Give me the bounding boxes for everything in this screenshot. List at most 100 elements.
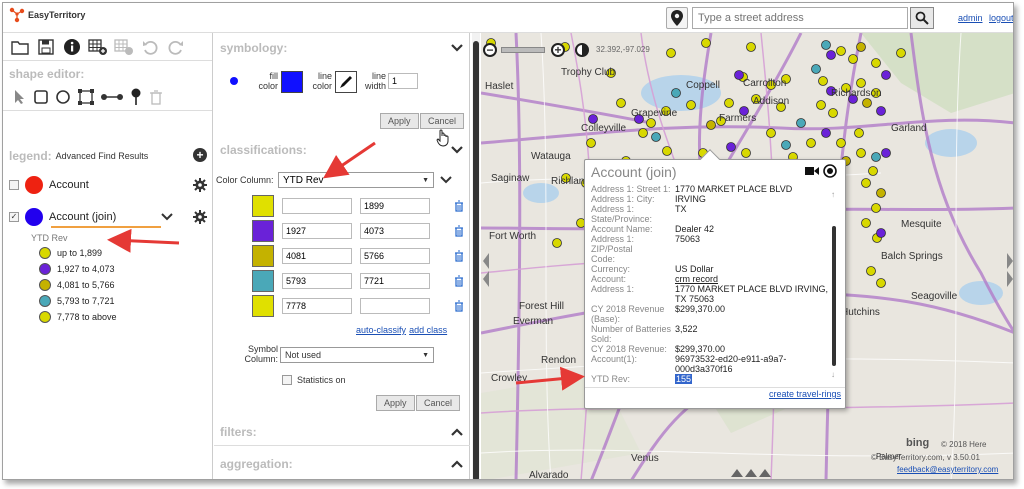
symbology-apply-button[interactable]: Apply <box>380 113 419 129</box>
info-button[interactable] <box>61 36 83 58</box>
range-max-input[interactable] <box>360 273 430 289</box>
class-color-swatch[interactable] <box>252 295 274 317</box>
class-color-swatch[interactable] <box>252 245 274 267</box>
popup-row-key <box>591 294 675 304</box>
logout-link[interactable]: logout <box>989 13 1013 23</box>
chevron-down-icon[interactable] <box>451 145 463 155</box>
popup-row-value: IRVING <box>675 194 706 204</box>
fill-color-swatch[interactable] <box>281 71 303 93</box>
admin-link[interactable]: admin <box>958 13 983 23</box>
popup-scrollbar[interactable]: ↑ ↓ <box>831 190 837 379</box>
symbology-cancel-button[interactable]: Cancel <box>420 113 465 129</box>
trash-icon[interactable] <box>454 300 464 312</box>
range-max-input[interactable] <box>360 298 430 314</box>
symbol-column-value: Not used <box>285 350 322 360</box>
polygon-tool-icon[interactable] <box>77 88 95 106</box>
map-coordinates: 32.392,-97.029 <box>596 45 650 54</box>
layer-checkbox[interactable]: ✓ <box>9 212 19 222</box>
add-layer-icon[interactable]: + <box>193 148 207 162</box>
layer-name[interactable]: Account <box>49 179 89 191</box>
range-max-input[interactable] <box>360 198 430 214</box>
undo-button[interactable] <box>139 36 161 58</box>
class-dot <box>39 263 51 275</box>
classification-apply-button[interactable]: Apply <box>376 395 415 411</box>
popup-row-value: US Dollar <box>675 264 714 274</box>
color-column-value: YTD Rev <box>283 174 324 186</box>
range-min-input[interactable] <box>282 223 352 239</box>
scroll-up-arrow-icon[interactable]: ↑ <box>831 190 835 199</box>
address-input[interactable] <box>692 7 908 29</box>
pointer-icon[interactable] <box>13 89 27 105</box>
range-min-input[interactable] <box>282 198 352 214</box>
trash-icon[interactable] <box>454 275 464 287</box>
trash-icon[interactable] <box>454 225 464 237</box>
redo-button[interactable] <box>165 36 187 58</box>
popup-row: Account: crm record <box>591 274 831 284</box>
line-tool-icon[interactable] <box>101 91 123 103</box>
scroll-down-arrow-icon[interactable]: ↓ <box>831 370 835 379</box>
layer-row-account-join: ✓ Account (join) <box>9 205 209 229</box>
chevron-up-icon[interactable] <box>451 459 463 469</box>
gear-icon[interactable] <box>193 210 207 224</box>
layer-name[interactable]: Account (join) <box>49 211 116 223</box>
layer-settings-panel: symbology: fill color line color line wi… <box>214 33 470 479</box>
symbol-column-select[interactable]: Not used ▼ <box>280 347 434 363</box>
close-circle-icon[interactable] <box>823 164 837 178</box>
popup-scroll-thumb[interactable] <box>832 226 836 366</box>
panel-scrollbar[interactable] <box>472 33 480 479</box>
line-color-swatch[interactable] <box>335 71 357 93</box>
rectangle-tool-icon[interactable] <box>33 89 49 105</box>
class-dot <box>39 295 51 307</box>
gear-icon[interactable] <box>193 178 207 192</box>
open-folder-button[interactable] <box>9 36 31 58</box>
popup-row-key: Address 1: <box>591 284 635 294</box>
zoom-in-button[interactable]: + <box>551 43 565 57</box>
trash-icon[interactable] <box>454 250 464 262</box>
statistics-checkbox[interactable] <box>282 375 292 385</box>
range-max-input[interactable] <box>360 223 430 239</box>
map-place-label: Farmers <box>719 113 757 124</box>
add-table-disabled-button[interactable] <box>113 36 135 58</box>
feedback-link[interactable]: feedback@easyterritory.com <box>897 465 998 474</box>
popup-row-value: Dealer 42 <box>675 224 715 234</box>
trash-icon[interactable] <box>454 200 464 212</box>
scrollbar-thumb[interactable] <box>473 41 479 479</box>
shape-editor-title: shape editor: <box>9 67 85 81</box>
create-travel-rings-link[interactable]: create travel-rings <box>769 389 841 399</box>
class-color-swatch[interactable] <box>252 195 274 217</box>
video-camera-icon[interactable] <box>805 166 819 176</box>
classification-cancel-button[interactable]: Cancel <box>416 395 461 411</box>
range-min-input[interactable] <box>282 298 352 314</box>
search-button[interactable] <box>910 7 934 29</box>
class-dot <box>39 311 51 323</box>
locate-pin-button[interactable] <box>666 7 688 29</box>
point-tool-icon[interactable] <box>129 88 143 106</box>
auto-classify-link[interactable]: auto-classify <box>356 325 406 335</box>
line-width-input[interactable] <box>388 73 418 89</box>
range-max-input[interactable] <box>360 248 430 264</box>
class-color-swatch[interactable] <box>252 270 274 292</box>
add-class-link[interactable]: add class <box>409 325 447 335</box>
add-table-button[interactable] <box>87 36 109 58</box>
delete-shape-icon[interactable] <box>149 89 163 105</box>
class-label: 1,927 to 4,073 <box>57 264 115 274</box>
popup-row: TX 75063 <box>591 294 831 304</box>
range-min-input[interactable] <box>282 273 352 289</box>
range-min-input[interactable] <box>282 248 352 264</box>
save-button[interactable] <box>35 36 57 58</box>
chevron-down-icon[interactable] <box>161 213 173 221</box>
ytd-rev-value: 155 <box>675 374 693 384</box>
redo-icon <box>168 40 183 55</box>
layer-row-account: Account <box>9 173 209 197</box>
color-column-select[interactable]: YTD Rev ▼ <box>278 172 434 188</box>
circle-tool-icon[interactable] <box>55 89 71 105</box>
layer-checkbox[interactable] <box>9 180 19 190</box>
class-color-swatch[interactable] <box>252 220 274 242</box>
contrast-toggle-button[interactable] <box>575 43 589 57</box>
chevron-down-icon[interactable] <box>440 176 452 184</box>
chevron-up-icon[interactable] <box>451 427 463 437</box>
zoom-out-button[interactable]: − <box>483 43 497 57</box>
chevron-down-icon[interactable] <box>451 43 463 53</box>
popup-row-value[interactable]: crm record <box>675 274 718 284</box>
zoom-slider[interactable] <box>501 47 545 53</box>
